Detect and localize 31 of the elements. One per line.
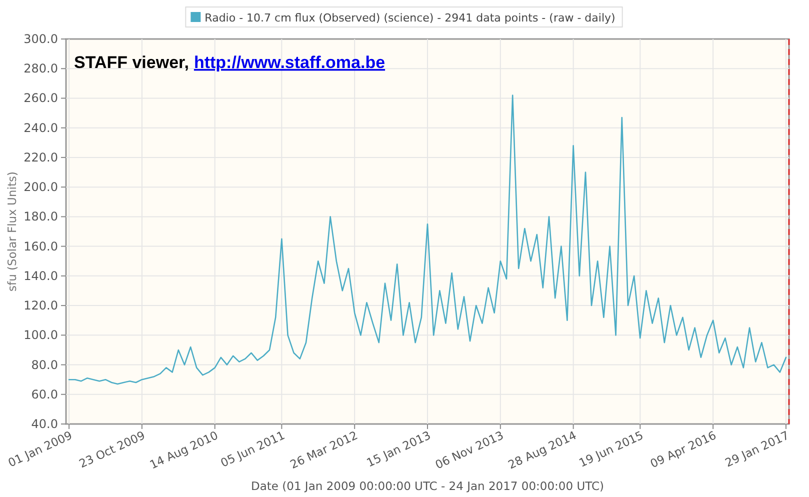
y-tick-label: 80.0 (31, 358, 58, 372)
annotation-text: STAFF viewer, (74, 53, 189, 72)
x-tick-label: 14 Aug 2010 (147, 428, 220, 472)
x-tick-label: 23 Oct 2009 (76, 428, 148, 471)
y-tick-label: 180.0 (24, 210, 58, 224)
legend-label[interactable]: Radio - 10.7 cm flux (Observed) (science) - 2941 data points - (raw - daily) (204, 12, 616, 24)
x-tick-label: 26 Mar 2012 (288, 428, 360, 472)
x-tick-label: 29 Jan 2017 (722, 428, 792, 470)
y-tick-label: 40.0 (31, 417, 58, 431)
y-tick-label: 260.0 (24, 91, 58, 106)
y-tick-label: 140.0 (24, 268, 58, 283)
x-tick-label: 28 Aug 2014 (506, 428, 579, 472)
y-tick-label: 100.0 (24, 328, 58, 342)
y-tick-label: 200.0 (24, 180, 58, 194)
x-tick-label: 15 Jan 2013 (364, 428, 433, 470)
y-tick-label: 240.0 (24, 120, 58, 135)
x-tick-label: 19 Jun 2015 (576, 428, 646, 470)
y-tick-label: 280.0 (24, 62, 58, 76)
y-tick-label: 60.0 (31, 387, 58, 402)
y-axis-title: sfu (Solar Flux Units) (5, 172, 19, 292)
x-tick-label: 06 Nov 2013 (433, 428, 506, 472)
x-tick-label: 05 Jun 2011 (218, 428, 287, 470)
y-tick-label: 300.0 (24, 32, 58, 46)
x-tick-label: 01 Jan 2009 (6, 428, 74, 470)
legend-swatch (190, 12, 201, 22)
y-tick-label: 160.0 (24, 239, 58, 254)
x-axis-title: Date (01 Jan 2009 00:00:00 UTC - 24 Jan 2017 00:00:00 UTC) (251, 479, 604, 493)
x-tick-label: 09 Apr 2016 (648, 428, 718, 471)
y-tick-label: 220.0 (24, 150, 58, 164)
website-link[interactable]: http://www.staff.oma.be (194, 53, 386, 72)
y-tick-label: 120.0 (24, 298, 58, 313)
